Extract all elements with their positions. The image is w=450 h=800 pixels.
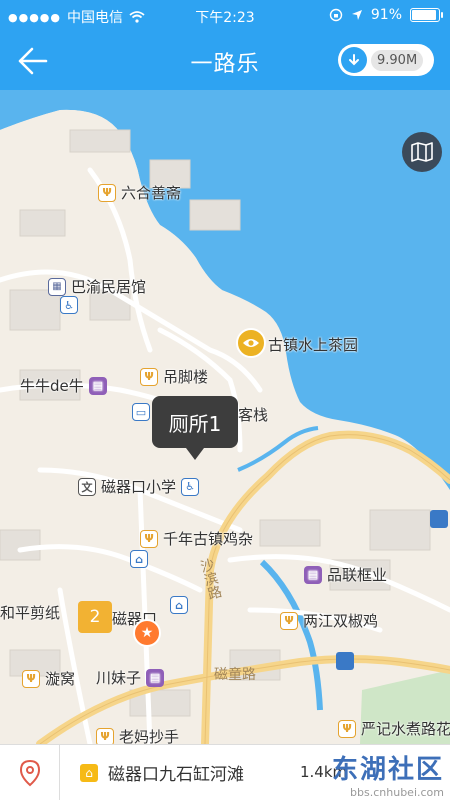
watermark: 东湖社区 bbs.cnhubei.com xyxy=(332,749,444,799)
shopping-bag-icon: ▤ xyxy=(88,376,107,395)
poi-label[interactable]: 古镇水上茶园 xyxy=(268,334,358,355)
poi-label[interactable]: Ψ 漩窝 xyxy=(22,668,75,689)
shopping-bag-icon: ▤ xyxy=(304,565,322,584)
bottom-bar: ⌂ 磁器口九石缸河滩 1.4km 东湖社区 bbs.cnhubei.com xyxy=(0,744,450,800)
bus-stop-icon xyxy=(336,652,354,670)
school-icon: 文 xyxy=(78,477,96,496)
star-pin[interactable]: ★ xyxy=(133,619,161,647)
bus-stop-icon xyxy=(430,510,448,528)
restaurant-icon: Ψ xyxy=(140,367,158,386)
poi-label[interactable]: 和平剪纸 xyxy=(0,602,60,623)
download-size-label: 9.90M xyxy=(371,49,424,71)
poi-label[interactable]: Ψ 吊脚楼 xyxy=(140,366,208,387)
rotation-lock-icon xyxy=(329,8,343,22)
poi-label[interactable]: ⌂ xyxy=(130,550,148,568)
map-view[interactable]: Ψ 六合善斋 ▦ 巴渝民居馆 古镇水上茶园 牛牛de牛 ▤ Ψ 吊脚楼 ▭ 客栈… xyxy=(0,90,450,744)
poi-label[interactable]: 文 磁器口小学 ♿ xyxy=(78,476,200,497)
battery-percent: 91% xyxy=(370,7,402,23)
eye-icon xyxy=(243,339,259,347)
road-label: 磁童路 xyxy=(214,667,256,683)
poi-label[interactable]: ▭ xyxy=(132,403,150,421)
poi-label[interactable]: Ψ 严记水煮路花 xyxy=(338,718,450,739)
restaurant-icon: Ψ xyxy=(140,529,158,548)
poi-label[interactable]: 客栈 xyxy=(238,404,268,425)
battery-icon xyxy=(410,8,443,22)
location-pin-icon xyxy=(19,759,40,786)
poi-label[interactable]: ▤ 品联框业 xyxy=(304,564,387,585)
hotel-icon: ▭ xyxy=(132,403,150,421)
shopping-bag-icon: ▤ xyxy=(146,668,165,687)
map-fold-icon xyxy=(411,142,433,162)
poi-label[interactable]: Ψ 六合善斋 xyxy=(98,182,181,203)
restaurant-icon: Ψ xyxy=(280,611,298,630)
locate-button[interactable] xyxy=(0,744,60,800)
poi-label[interactable]: ⌂ xyxy=(170,596,188,614)
map-layer-toggle[interactable] xyxy=(402,132,442,172)
watermark-url: bbs.cnhubei.com xyxy=(350,786,444,799)
location-arrow-icon xyxy=(351,10,362,20)
museum-icon: ▦ xyxy=(48,277,66,296)
restaurant-icon: Ψ xyxy=(98,183,116,202)
scenic-spot-pin[interactable] xyxy=(236,328,266,358)
toilet-icon: ♿ xyxy=(60,296,78,314)
poi-label[interactable]: ♿ xyxy=(60,296,78,314)
home-icon: ⌂ xyxy=(130,550,148,568)
cluster-marker[interactable]: 2 xyxy=(78,601,112,633)
poi-label[interactable]: Ψ 两江双椒鸡 xyxy=(280,610,378,631)
nav-bar: 一路乐 9.90M xyxy=(0,32,450,90)
house-icon: ⌂ xyxy=(80,763,98,782)
poi-label[interactable]: ▦ 巴渝民居馆 xyxy=(48,276,146,297)
poi-label[interactable]: Ψ 千年古镇鸡杂 xyxy=(140,528,253,549)
place-name: 磁器口九石缸河滩 xyxy=(108,765,244,785)
current-place[interactable]: ⌂ 磁器口九石缸河滩 xyxy=(80,760,244,785)
toilet-icon: ♿ xyxy=(181,477,200,496)
home-icon: ⌂ xyxy=(170,596,188,614)
poi-label[interactable]: 川妹子 ▤ xyxy=(96,667,165,688)
restaurant-icon: Ψ xyxy=(96,727,114,744)
cloud-download-icon xyxy=(341,47,367,73)
poi-label[interactable]: Ψ 老妈抄手 xyxy=(96,726,179,744)
toilet-callout[interactable]: 厕所1 xyxy=(152,396,238,460)
watermark-text: 东湖社区 xyxy=(331,755,444,785)
poi-label[interactable]: 牛牛de牛 ▤ xyxy=(20,375,107,396)
offline-download-button[interactable]: 9.90M xyxy=(338,44,434,76)
status-bar: ●●●●● 中国电信 下午2:23 91% xyxy=(0,0,450,32)
restaurant-icon: Ψ xyxy=(338,719,356,738)
restaurant-icon: Ψ xyxy=(22,669,40,688)
